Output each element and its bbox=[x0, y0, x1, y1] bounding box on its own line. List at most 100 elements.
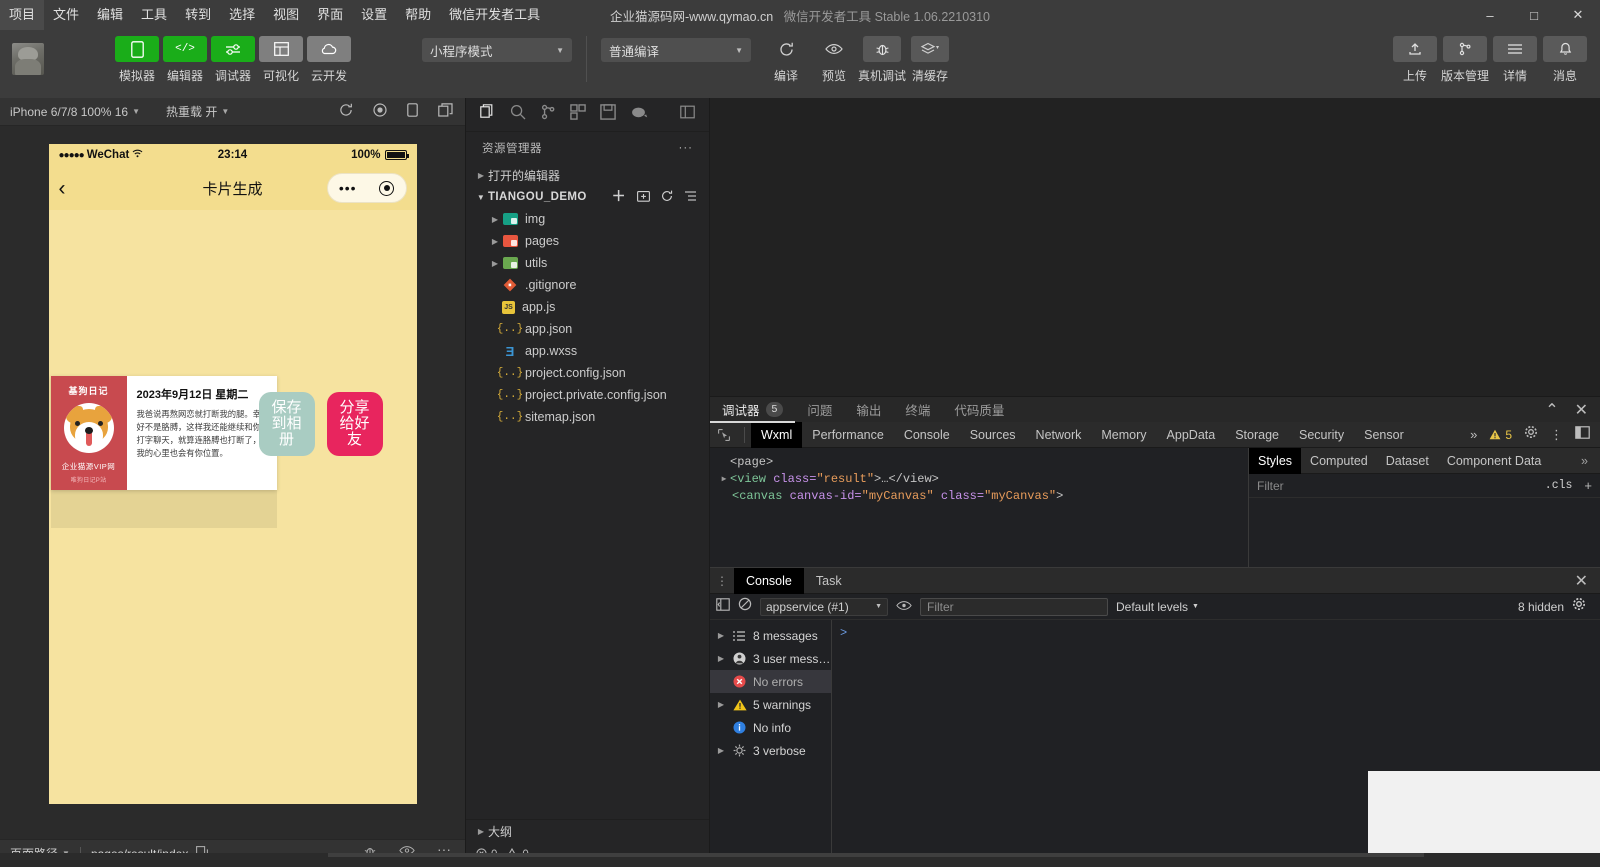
dock-icon[interactable] bbox=[1575, 426, 1590, 444]
wechat-capsule[interactable]: ••• bbox=[327, 173, 407, 203]
menu-item-select[interactable]: 选择 bbox=[220, 0, 264, 30]
file-tree-row[interactable]: Ǝapp.wxss bbox=[466, 340, 709, 362]
menu-item-help[interactable]: 帮助 bbox=[396, 0, 440, 30]
panel-tab-security[interactable]: Security bbox=[1289, 422, 1354, 448]
panel-tab-sensor[interactable]: Sensor bbox=[1354, 422, 1414, 448]
eye-icon[interactable] bbox=[896, 598, 912, 616]
action-compile[interactable]: 编译 bbox=[763, 36, 809, 84]
chevron-right-icon[interactable]: ▶ bbox=[718, 471, 730, 488]
menu-item-wechat-devtools[interactable]: 微信开发者工具 bbox=[440, 0, 549, 30]
tab-output[interactable]: 输出 bbox=[844, 397, 893, 423]
ellipsis-icon[interactable]: ··· bbox=[679, 142, 694, 154]
dom-line-canvas[interactable]: <canvas canvas-id= "myCanvas" class= "my… bbox=[718, 488, 1248, 505]
collapse-up-icon[interactable]: ⌃ bbox=[1545, 400, 1558, 420]
styles-tab-component-data[interactable]: Component Data bbox=[1438, 448, 1551, 474]
close-icon[interactable]: ✕ bbox=[1575, 571, 1600, 591]
panel-tab-wxml[interactable]: Wxml bbox=[751, 422, 802, 448]
chevron-right-icon[interactable]: » bbox=[1470, 427, 1477, 442]
styles-tab-styles[interactable]: Styles bbox=[1249, 448, 1301, 474]
action-clear-cache[interactable]: ▾ 清缓存 bbox=[907, 36, 953, 84]
toolbar-button-cloud[interactable]: 云开发 bbox=[306, 36, 352, 84]
panel-tab-appdata[interactable]: AppData bbox=[1157, 422, 1226, 448]
gear-icon[interactable] bbox=[1524, 425, 1538, 444]
toolbar-button-simulator[interactable]: 模拟器 bbox=[114, 36, 160, 84]
menu-item-file[interactable]: 文件 bbox=[44, 0, 88, 30]
warning-chip[interactable]: 5 bbox=[1489, 428, 1512, 442]
share-to-friend-button[interactable]: 分享给好友 bbox=[327, 392, 383, 456]
action-preview[interactable]: 预览 bbox=[811, 36, 857, 84]
panel-tab-storage[interactable]: Storage bbox=[1225, 422, 1289, 448]
panel-tab-network[interactable]: Network bbox=[1026, 422, 1092, 448]
console-sidebar-row[interactable]: ▶5 warnings bbox=[710, 693, 831, 716]
close-button[interactable]: ✕ bbox=[1556, 0, 1600, 30]
source-control-icon[interactable] bbox=[540, 104, 556, 125]
close-circle-icon[interactable] bbox=[379, 181, 394, 196]
dom-line-page[interactable]: <page> bbox=[718, 454, 1248, 471]
file-tree-row[interactable]: {..}app.json bbox=[466, 318, 709, 340]
project-root-row[interactable]: ▼ TIANGOU_DEMO ＋ bbox=[466, 186, 709, 208]
close-icon[interactable]: ✕ bbox=[1575, 400, 1588, 420]
clear-icon[interactable] bbox=[738, 597, 752, 616]
refresh-icon[interactable] bbox=[339, 103, 353, 120]
element-picker-icon[interactable] bbox=[710, 428, 738, 442]
avatar[interactable] bbox=[12, 43, 44, 75]
new-file-icon[interactable]: ＋ bbox=[612, 190, 626, 205]
drawer-tab-console[interactable]: Console bbox=[734, 568, 804, 594]
mode-select[interactable]: 小程序模式 ▼ bbox=[422, 38, 572, 62]
tab-code-quality[interactable]: 代码质量 bbox=[942, 397, 1016, 423]
action-upload[interactable]: 上传 bbox=[1392, 36, 1438, 84]
file-tree-row[interactable]: ▶utils bbox=[466, 252, 709, 274]
file-tree-row[interactable]: .gitignore bbox=[466, 274, 709, 296]
horizontal-scrollbar[interactable] bbox=[328, 853, 1424, 857]
console-sidebar-row[interactable]: No info bbox=[710, 716, 831, 739]
device-select[interactable]: iPhone 6/7/8 100% 16 ▼ bbox=[10, 105, 140, 119]
file-tree-row[interactable]: {..}sitemap.json bbox=[466, 406, 709, 428]
console-sidebar-row[interactable]: ▶3 verbose bbox=[710, 739, 831, 762]
action-messages[interactable]: 消息 bbox=[1542, 36, 1588, 84]
gear-icon[interactable] bbox=[1572, 597, 1594, 616]
rotate-icon[interactable] bbox=[407, 103, 418, 120]
menu-item-project[interactable]: 项目 bbox=[0, 0, 44, 30]
console-levels-select[interactable]: Default levels ▼ bbox=[1116, 600, 1199, 614]
console-sidebar-row[interactable]: No errors bbox=[710, 670, 831, 693]
console-sidebar-row[interactable]: ▶8 messages bbox=[710, 624, 831, 647]
tab-problems[interactable]: 问题 bbox=[795, 397, 844, 423]
styles-filter-input[interactable]: Filter bbox=[1257, 479, 1284, 493]
cls-button[interactable]: .cls bbox=[1545, 479, 1573, 492]
dom-line-view[interactable]: ▶ <view class= "result" >…</view> bbox=[718, 471, 1248, 488]
more-icon[interactable]: ••• bbox=[339, 184, 357, 192]
collapse-icon[interactable] bbox=[684, 190, 697, 205]
tab-debugger[interactable]: 调试器 5 bbox=[710, 397, 795, 423]
toolbar-button-debugger[interactable]: 调试器 bbox=[210, 36, 256, 84]
panel-tab-sources[interactable]: Sources bbox=[960, 422, 1026, 448]
menu-item-interface[interactable]: 界面 bbox=[308, 0, 352, 30]
kebab-icon[interactable]: ⋮ bbox=[1550, 431, 1563, 439]
search-icon[interactable] bbox=[510, 104, 526, 125]
maximize-button[interactable]: □ bbox=[1512, 0, 1556, 30]
drawer-tab-task[interactable]: Task bbox=[804, 568, 854, 594]
save-icon[interactable] bbox=[600, 104, 616, 125]
file-tree-row[interactable]: {..}project.config.json bbox=[466, 362, 709, 384]
minimize-button[interactable]: – bbox=[1468, 0, 1512, 30]
split-icon[interactable] bbox=[680, 105, 695, 124]
files-icon[interactable] bbox=[480, 104, 496, 125]
file-tree-row[interactable]: ▶img bbox=[466, 208, 709, 230]
outline-row[interactable]: ▶ 大纲 bbox=[466, 819, 709, 843]
styles-tab-dataset[interactable]: Dataset bbox=[1377, 448, 1438, 474]
styles-tab-computed[interactable]: Computed bbox=[1301, 448, 1377, 474]
compile-select[interactable]: 普通编译 ▼ bbox=[601, 38, 751, 62]
multiwindow-icon[interactable] bbox=[438, 103, 453, 120]
panel-tab-performance[interactable]: Performance bbox=[802, 422, 894, 448]
new-folder-icon[interactable] bbox=[637, 190, 650, 205]
sidebar-icon[interactable] bbox=[716, 598, 730, 616]
record-icon[interactable] bbox=[373, 103, 387, 120]
menu-item-edit[interactable]: 编辑 bbox=[88, 0, 132, 30]
extensions-icon[interactable] bbox=[570, 104, 586, 125]
debug-wx-icon[interactable] bbox=[630, 105, 648, 124]
file-tree-row[interactable]: JSapp.js bbox=[466, 296, 709, 318]
action-details[interactable]: 详情 bbox=[1492, 36, 1538, 84]
console-context-select[interactable]: appservice (#1) ▼ bbox=[760, 598, 888, 616]
toolbar-button-visualization[interactable]: 可视化 bbox=[258, 36, 304, 84]
toolbar-button-editor[interactable]: </> 编辑器 bbox=[162, 36, 208, 84]
add-rule-button[interactable]: + bbox=[1584, 478, 1592, 493]
